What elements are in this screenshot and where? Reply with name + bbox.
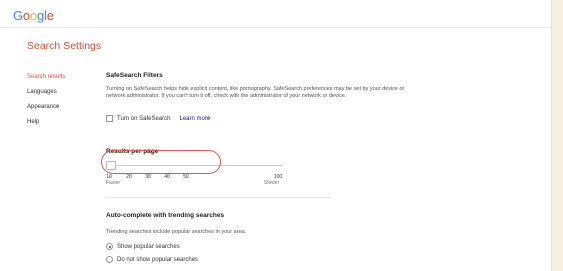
page-title: Search Settings [27, 40, 102, 52]
logo-letter-e: e [46, 8, 54, 23]
sidebar-item-help[interactable]: Help [27, 118, 65, 133]
radio-row-show-popular[interactable]: Show popular searches [106, 242, 180, 251]
logo-letter-o1: o [22, 8, 30, 23]
sidebar-item-appearance[interactable]: Appearance [27, 103, 65, 118]
show-popular-radio[interactable] [106, 243, 113, 250]
settings-sidebar: Search results Languages Appearance Help [27, 73, 65, 133]
annotation-highlight-circle [101, 150, 221, 174]
show-popular-label[interactable]: Show popular searches [117, 244, 180, 250]
logo-letter-g: G [13, 8, 23, 23]
hide-popular-label[interactable]: Do not show popular searches [117, 257, 198, 263]
safesearch-checkbox[interactable] [106, 115, 113, 122]
google-logo[interactable]: Google [13, 8, 54, 23]
hide-popular-radio[interactable] [106, 256, 113, 263]
slider-tick-30: 30 [145, 174, 151, 180]
slider-tick-20: 20 [126, 174, 132, 180]
logo-letter-g2: g [36, 8, 45, 23]
slider-tick-50: 50 [183, 174, 189, 180]
autocomplete-description: Trending searches include popular search… [106, 229, 247, 235]
slower-label: Slower [264, 180, 280, 186]
slider-tick-40: 40 [164, 174, 170, 180]
sidebar-item-search-results[interactable]: Search results [27, 73, 65, 88]
section-divider [106, 197, 332, 198]
header-divider [0, 27, 551, 28]
safesearch-title: SafeSearch Filters [106, 72, 163, 79]
settings-page: Google Search Settings Search results La… [0, 0, 552, 271]
faster-label: Faster [106, 180, 121, 186]
logo-letter-o2: o [29, 8, 37, 23]
sidebar-item-languages[interactable]: Languages [27, 88, 65, 103]
learn-more-link[interactable]: Learn more [179, 116, 210, 122]
safesearch-checkbox-label[interactable]: Turn on SafeSearch [117, 116, 170, 122]
radio-row-hide-popular[interactable]: Do not show popular searches [106, 255, 198, 264]
safesearch-row: Turn on SafeSearch Learn more [106, 114, 210, 123]
safesearch-description: Turning on SafeSearch helps hide explici… [106, 86, 405, 99]
autocomplete-title: Auto-complete with trending searches [106, 212, 225, 219]
